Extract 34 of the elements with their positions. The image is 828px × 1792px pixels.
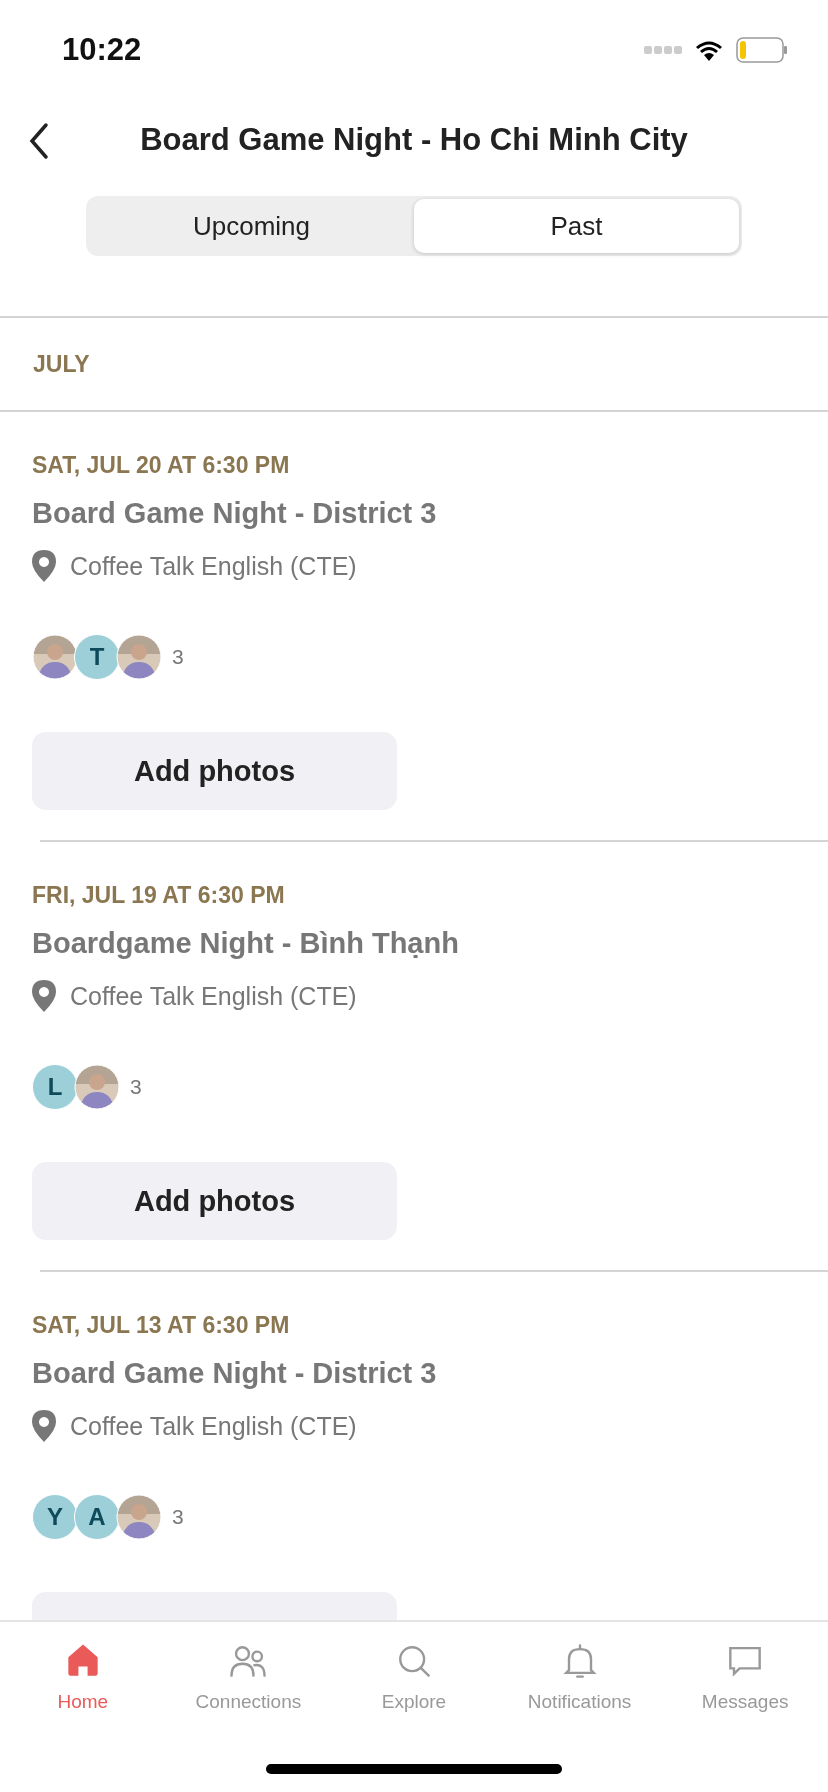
event-date: SAT, JUL 13 AT 6:30 PM [32, 1312, 291, 1339]
event-date: SAT, JUL 20 AT 6:30 PM [32, 452, 291, 479]
attendee-count: 3 [130, 1075, 142, 1099]
battery-icon [736, 37, 788, 63]
section-heading: JULY [33, 350, 90, 378]
attendee-count: 3 [172, 645, 184, 669]
nav-item[interactable]: Messages [670, 1638, 821, 1714]
status-time: 10:22 [62, 32, 142, 68]
page-title: Board Game Night - Ho Chi Minh City [140, 122, 688, 158]
event-venue: Coffee Talk English (CTE) [70, 981, 357, 1011]
nav-item[interactable]: Notifications [504, 1638, 655, 1714]
nav-item[interactable]: Home [7, 1638, 158, 1714]
tab[interactable]: Upcoming [89, 199, 414, 253]
event-title[interactable]: Boardgame Night - Bình Thạnh [32, 927, 796, 960]
attendee-count: 3 [172, 1505, 184, 1529]
tab[interactable]: Past [414, 199, 739, 253]
nav-item[interactable]: Connections [173, 1638, 324, 1714]
event-title[interactable]: Board Game Night - District 3 [32, 1357, 796, 1390]
location-pin-icon [32, 980, 56, 1012]
add-photos-button[interactable]: Add photos [32, 732, 397, 810]
avatar-initial: T [74, 634, 120, 680]
nav-item[interactable]: Explore [339, 1638, 489, 1714]
wifi-icon [694, 39, 724, 61]
avatar-initial: L [32, 1064, 78, 1110]
signal-icon [644, 46, 682, 54]
avatar-initial: Y [32, 1494, 78, 1540]
location-pin-icon [32, 1410, 56, 1442]
avatar-initial: A [74, 1494, 120, 1540]
event-venue: Coffee Talk English (CTE) [70, 1411, 357, 1441]
location-pin-icon [32, 550, 56, 582]
event-title[interactable]: Board Game Night - District 3 [32, 497, 796, 530]
event-date: FRI, JUL 19 AT 6:30 PM [32, 882, 286, 909]
add-photos-button[interactable]: Add photos [32, 1162, 397, 1240]
event-venue: Coffee Talk English (CTE) [70, 551, 357, 581]
